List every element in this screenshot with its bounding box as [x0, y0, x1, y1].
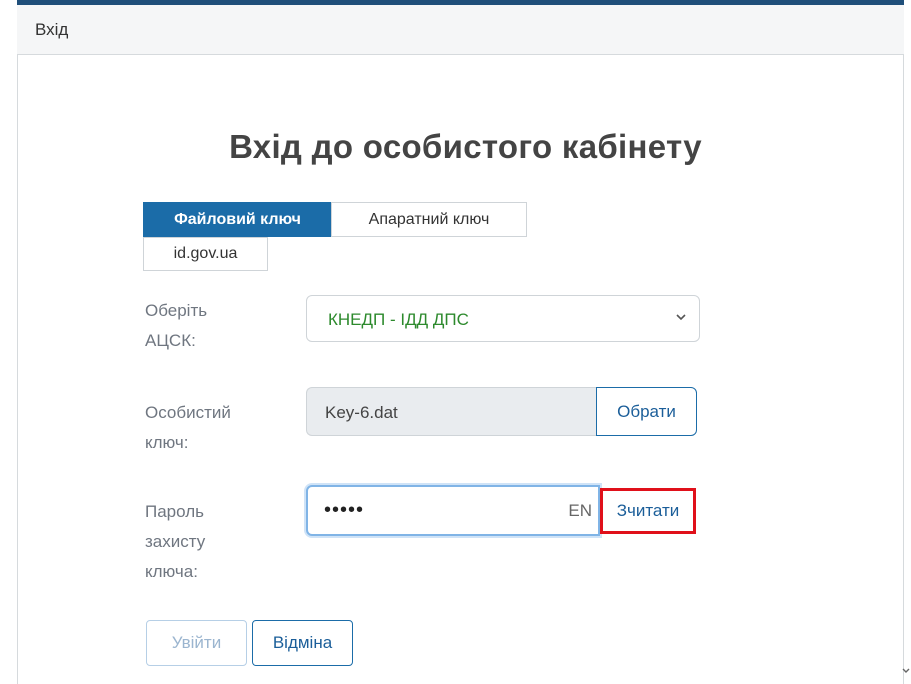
login-button[interactable]: Увійти — [146, 620, 247, 666]
acsk-label: Оберіть АЦСК: — [145, 301, 208, 350]
password-input[interactable]: ••••• EN — [306, 485, 600, 536]
tab-id-gov-ua[interactable]: id.gov.ua — [143, 237, 268, 271]
key-password-label: Пароль захисту ключа: — [145, 502, 206, 581]
tab-hardware-key[interactable]: Апаратний ключ — [331, 202, 527, 237]
chevron-down-icon — [676, 314, 686, 321]
keyboard-language-indicator: EN — [568, 501, 592, 520]
read-key-button[interactable]: Зчитати — [600, 488, 696, 534]
scroll-down-icon[interactable] — [902, 666, 910, 676]
panel-header-title: Вхід — [35, 20, 69, 39]
cancel-button[interactable]: Відміна — [252, 620, 353, 666]
private-key-label: Особистий ключ: — [145, 403, 231, 452]
panel-header: Вхід — [17, 5, 904, 55]
password-masked-value: ••••• — [324, 499, 365, 521]
key-file-field: Key-6.dat — [306, 387, 596, 436]
acsk-selected-value: КНЕДП - ІДД ДПС — [328, 310, 469, 329]
acsk-select[interactable]: КНЕДП - ІДД ДПС — [306, 295, 700, 342]
choose-file-button[interactable]: Обрати — [596, 387, 697, 436]
tab-file-key[interactable]: Файловий ключ — [143, 202, 332, 237]
key-file-name: Key-6.dat — [325, 403, 398, 422]
page-title: Вхід до особистого кабінету — [229, 128, 702, 165]
